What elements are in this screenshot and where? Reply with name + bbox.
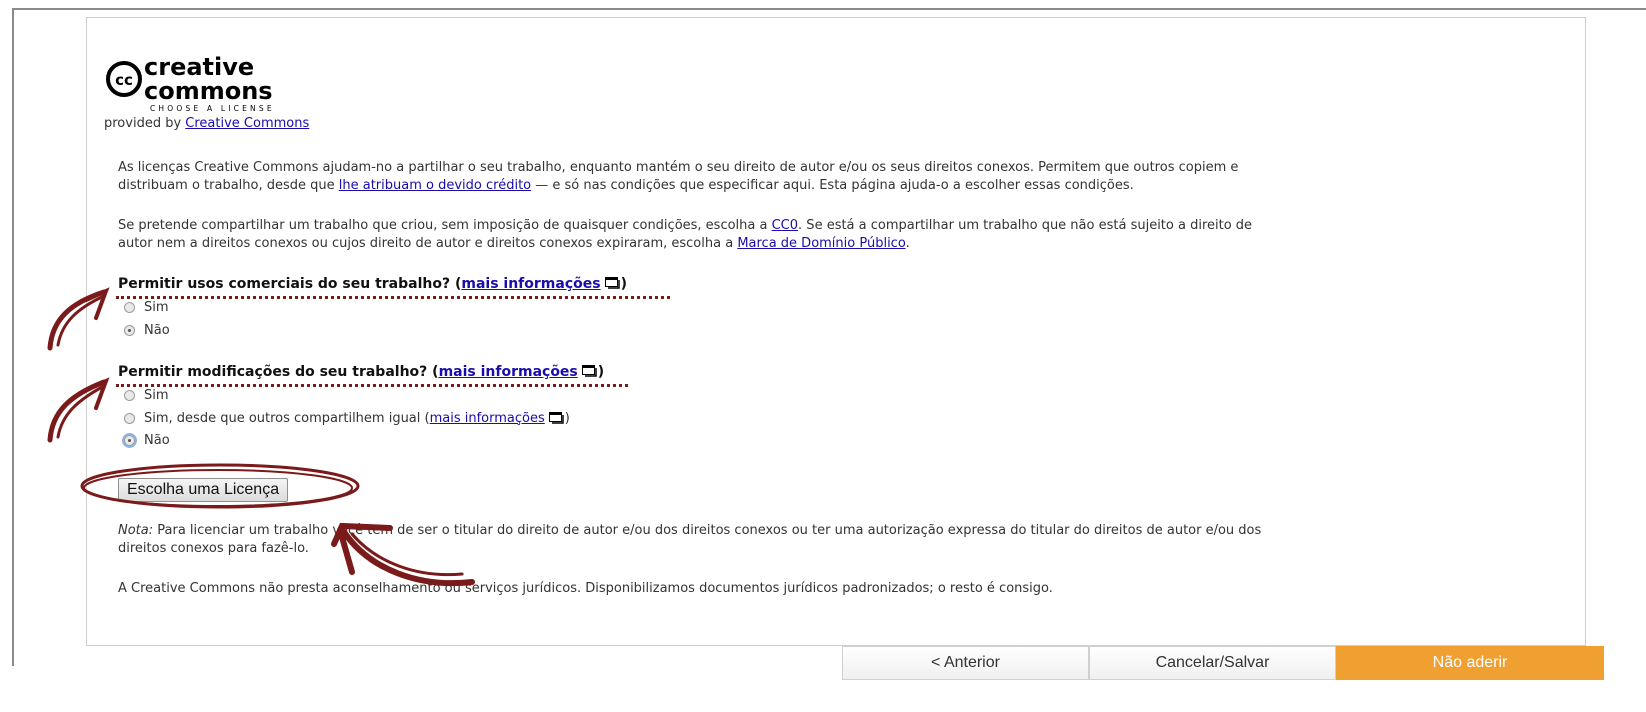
annotation-layer [47,287,475,587]
annotation-arrow-q1 [47,287,110,351]
cancel-save-button[interactable]: Cancelar/Salvar [1089,646,1336,680]
bottom-nav: < Anterior Cancelar/Salvar Não aderir [842,646,1604,680]
previous-button[interactable]: < Anterior [842,646,1089,680]
annotation-arrow-button [331,522,475,587]
annotation-arrow-q2 [47,377,110,443]
decline-button[interactable]: Não aderir [1336,646,1604,680]
annotation-circle-button [80,463,360,509]
